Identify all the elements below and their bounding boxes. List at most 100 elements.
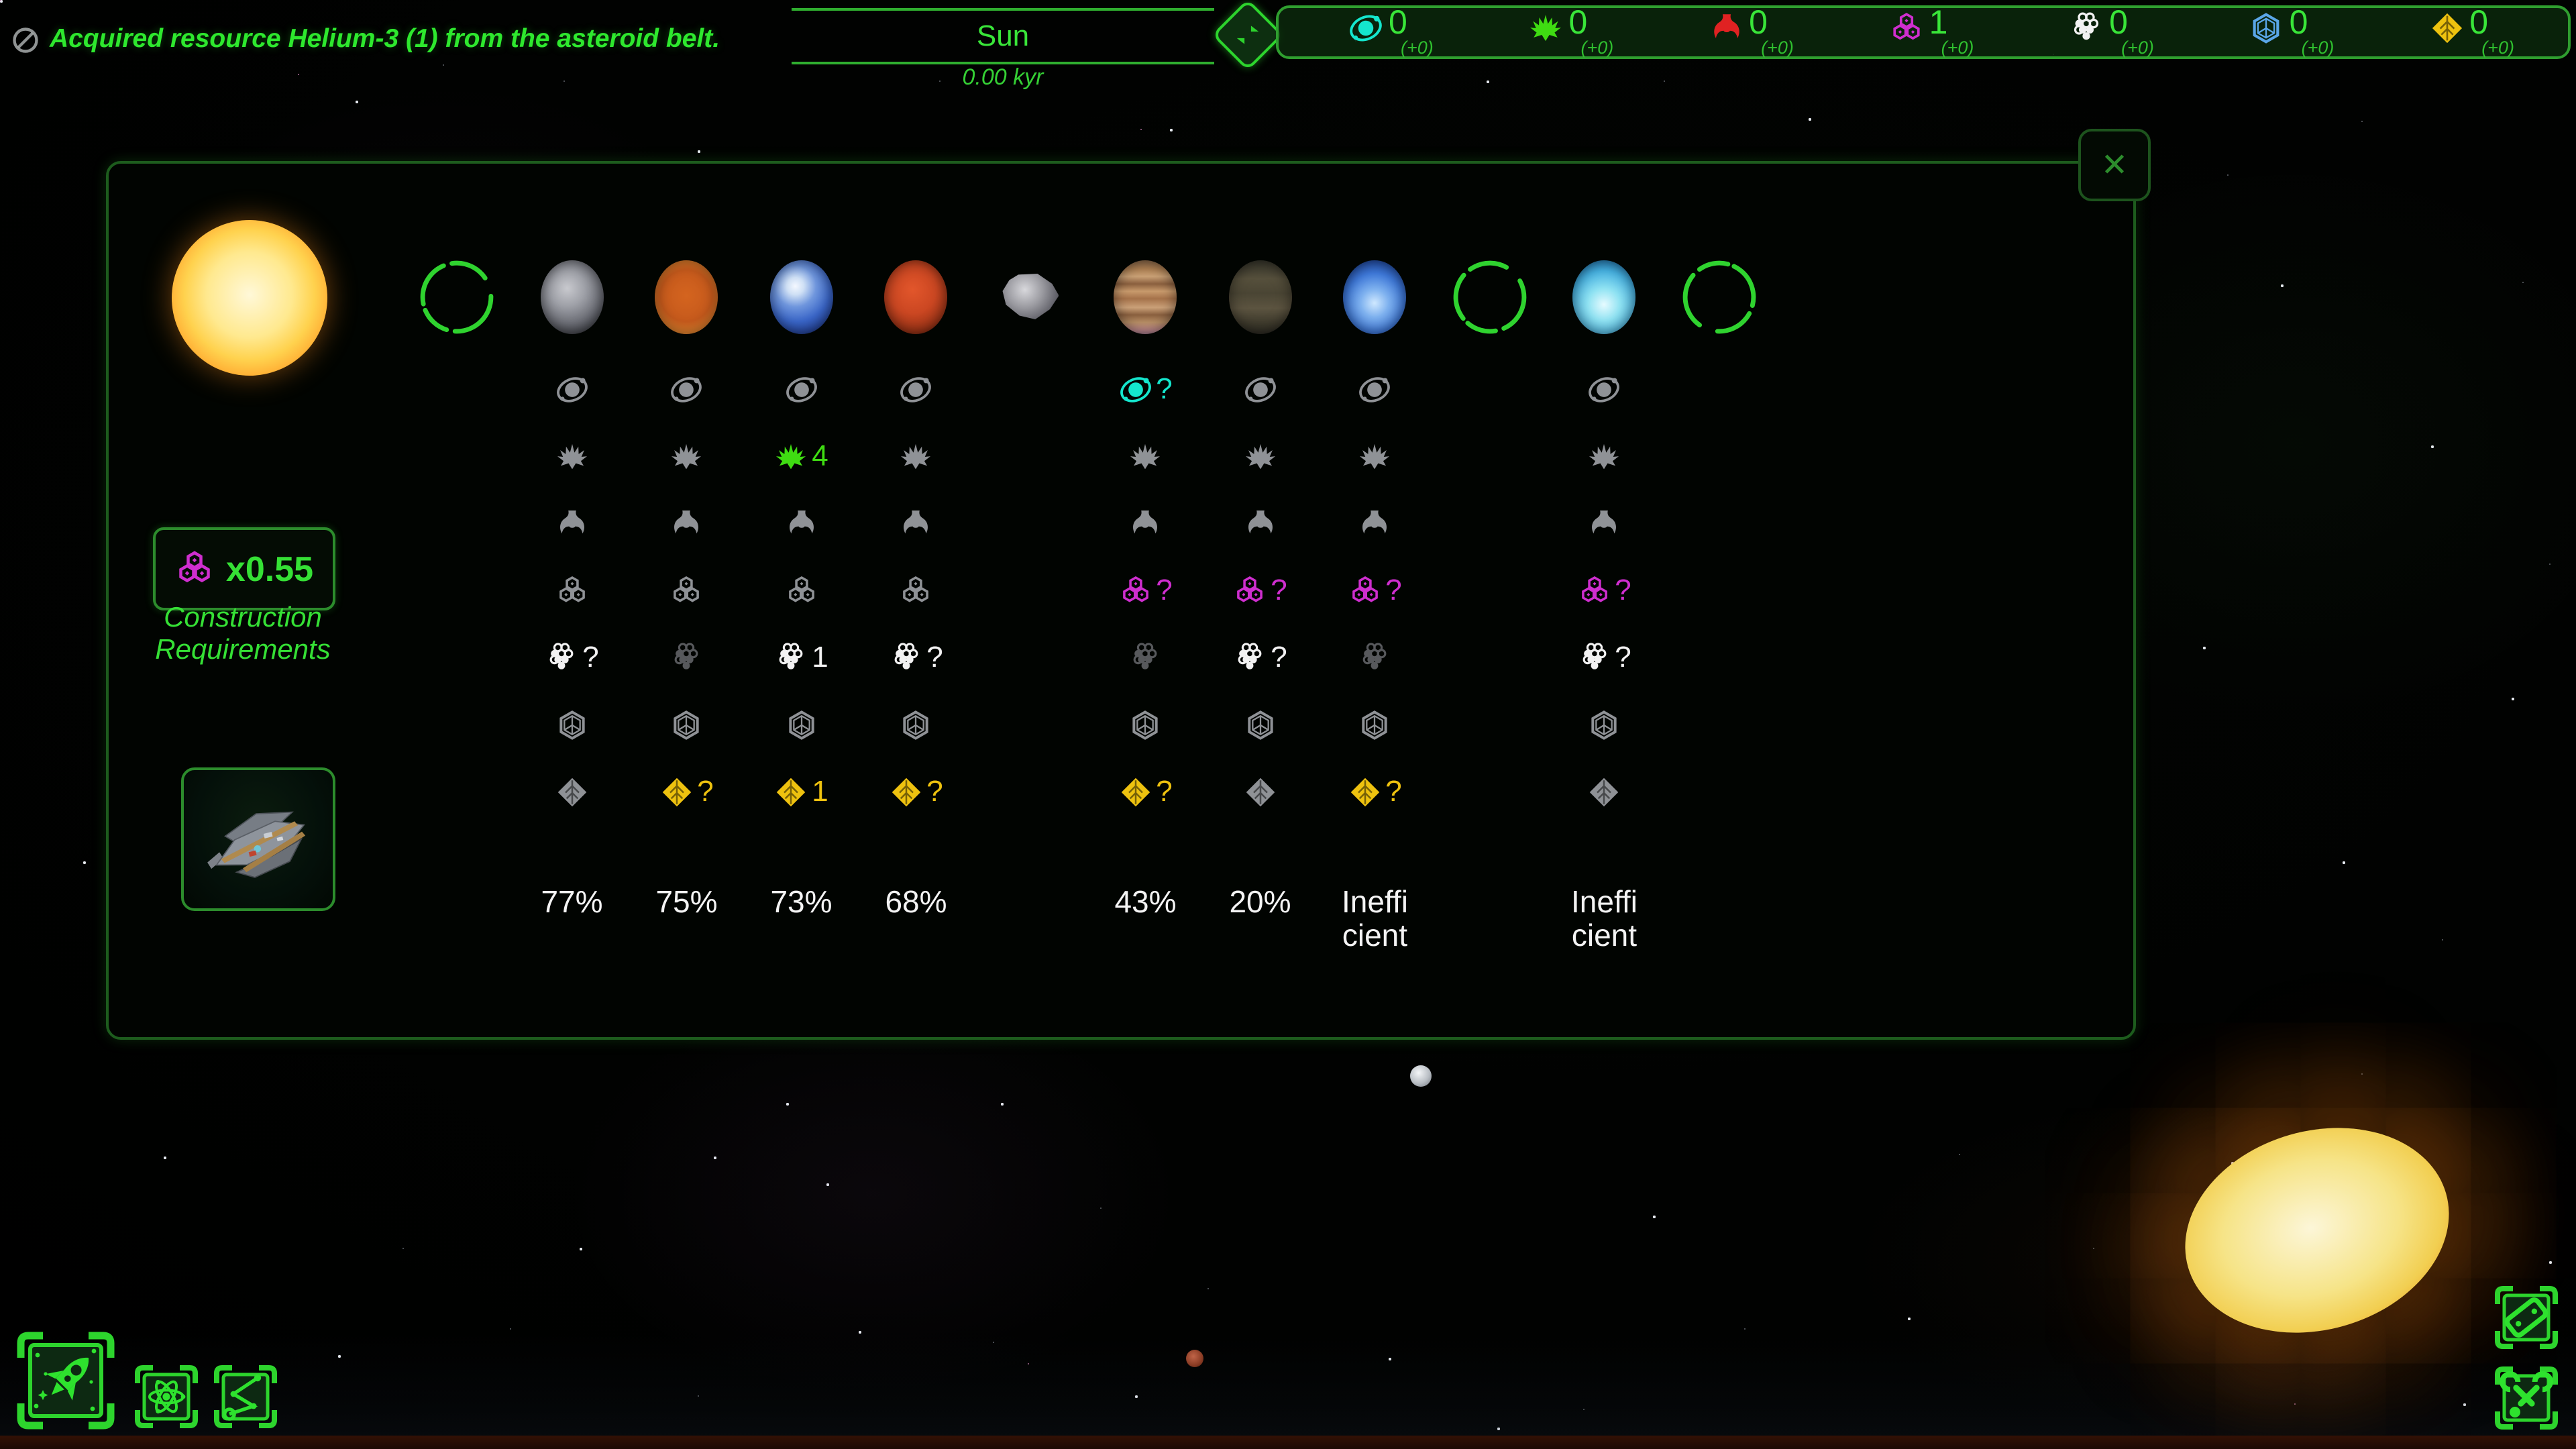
claw-icon	[1709, 11, 1743, 46]
claw-icon	[1244, 506, 1277, 540]
cell-neptune-planets	[1358, 356, 1392, 423]
resource-heavy-elements[interactable]: 0(+0)	[2069, 8, 2154, 56]
ships-button[interactable]	[16, 1331, 115, 1430]
cell-value: ?	[1615, 573, 1631, 608]
orbit-slot[interactable]	[1681, 252, 1758, 341]
resource-flora[interactable]: 0(+0)	[1529, 8, 1614, 56]
construction-multiplier: x0.55	[226, 548, 313, 590]
planet-uranus[interactable]	[1573, 252, 1636, 341]
planet-mercury-sphere	[541, 260, 604, 333]
resource-delta: (+0)	[2121, 39, 2154, 56]
claw-icon	[1129, 506, 1163, 540]
star-sun[interactable]	[172, 220, 327, 376]
column-earth: 41173%	[744, 252, 859, 953]
crystal-icon	[2249, 8, 2284, 52]
log-button[interactable]	[2494, 1285, 2559, 1350]
bottom-haze	[0, 1335, 2576, 1436]
cell-mercury-crystal	[555, 691, 589, 758]
resource-fauna[interactable]: 0(+0)	[1709, 8, 1794, 56]
efficiency-saturn: 20%	[1229, 885, 1291, 919]
cell-value: ?	[1271, 640, 1287, 675]
planet-neptune[interactable]	[1344, 252, 1407, 341]
cell-saturn-heavy-elements: ?	[1233, 624, 1287, 691]
ship-thumbnail-box[interactable]	[181, 767, 335, 911]
cell-venus-heavy-elements	[670, 624, 704, 691]
swap-arrows-button[interactable]	[1212, 0, 1283, 71]
column-saturn: ??20%	[1203, 252, 1318, 953]
cell-mercury-flora	[555, 423, 589, 490]
planet-mars[interactable]	[885, 252, 948, 341]
plant-icon	[900, 439, 933, 473]
planet-mercury[interactable]	[541, 252, 604, 341]
engineering-button[interactable]	[2494, 1366, 2559, 1430]
planet-venus[interactable]	[655, 252, 718, 341]
planet-earth[interactable]	[770, 252, 833, 341]
orbit-icon	[1118, 372, 1152, 406]
resource-delta: (+0)	[2481, 39, 2514, 56]
cell-uranus-helium-3: ?	[1577, 557, 1631, 624]
resource-helium-3[interactable]: 1(+0)	[1889, 8, 1974, 56]
cell-earth-heavy-elements: 1	[774, 624, 828, 691]
cell-mars-crystal	[900, 691, 933, 758]
planet-asteroid-belt[interactable]	[1003, 252, 1059, 341]
resource-minerals[interactable]: 0(+0)	[2429, 8, 2514, 56]
system-overview-dialog: ✕ x0.55 Construction Requirements	[106, 161, 2136, 1040]
resource-delta: (+0)	[1941, 39, 1974, 56]
cell-neptune-minerals: ?	[1348, 758, 1402, 825]
cell-venus-planets	[670, 356, 704, 423]
crystal-icon	[1358, 708, 1392, 741]
close-button[interactable]: ✕	[2078, 129, 2151, 201]
cell-value: ?	[926, 640, 943, 675]
atom-cluster-icon	[2069, 11, 2104, 46]
planet-saturn-sphere	[1229, 260, 1292, 333]
cell-mars-planets	[900, 356, 933, 423]
atom-cluster-icon	[1577, 641, 1611, 674]
plant-icon	[1529, 11, 1564, 46]
construction-requirements-label: Construction Requirements	[122, 602, 364, 667]
plant-icon	[670, 439, 704, 473]
plant-icon	[1129, 439, 1163, 473]
routes-button[interactable]	[213, 1364, 278, 1429]
status-message-text: Acquired resource Helium-3 (1) from the …	[50, 24, 720, 55]
column-orbit-slot-c	[1662, 252, 1776, 953]
atom-cluster-icon	[2069, 8, 2104, 52]
cell-value: ?	[582, 640, 599, 675]
planet-saturn[interactable]	[1229, 252, 1292, 341]
gem-icon	[889, 775, 922, 808]
research-button[interactable]	[134, 1364, 199, 1429]
gem-icon	[2429, 8, 2464, 52]
cell-jupiter-minerals: ?	[1118, 758, 1173, 825]
resource-planets[interactable]: 0(+0)	[1348, 8, 1434, 56]
asteroid-belt	[1003, 274, 1059, 319]
cell-earth-minerals: 1	[774, 758, 828, 825]
prohibition-icon	[11, 25, 40, 54]
orbit-slot[interactable]	[1452, 252, 1528, 341]
cell-jupiter-helium-3: ?	[1118, 557, 1173, 624]
gem-icon	[774, 775, 808, 808]
molecule-icon	[1889, 8, 1924, 52]
column-uranus: ??Inefficient	[1547, 252, 1662, 953]
background-moon[interactable]	[1410, 1065, 1432, 1087]
efficiency-venus: 75%	[655, 885, 717, 919]
planet-jupiter-sphere	[1114, 260, 1177, 333]
planet-jupiter[interactable]	[1114, 252, 1177, 341]
column-mars: ??68%	[859, 252, 973, 953]
resource-crystal[interactable]: 0(+0)	[2249, 8, 2334, 56]
atom-cluster-icon	[889, 641, 922, 674]
crystal-icon	[670, 708, 704, 741]
resource-value: 1	[1929, 8, 1974, 39]
orbit-slot[interactable]	[419, 252, 496, 341]
molecule-icon	[785, 574, 818, 607]
gem-icon	[1588, 775, 1621, 808]
cell-neptune-heavy-elements	[1358, 624, 1392, 691]
cell-value: ?	[1385, 774, 1402, 809]
cell-saturn-planets	[1244, 356, 1277, 423]
background-red-planet[interactable]	[1186, 1350, 1203, 1367]
cell-mars-flora	[900, 423, 933, 490]
cell-uranus-crystal	[1588, 691, 1621, 758]
game-viewport: Acquired resource Helium-3 (1) from the …	[0, 0, 2576, 1449]
planet-mars-sphere	[885, 260, 948, 333]
cell-mercury-heavy-elements: ?	[545, 624, 599, 691]
cell-jupiter-planets: ?	[1118, 356, 1173, 423]
construction-label-line2: Requirements	[122, 635, 364, 667]
